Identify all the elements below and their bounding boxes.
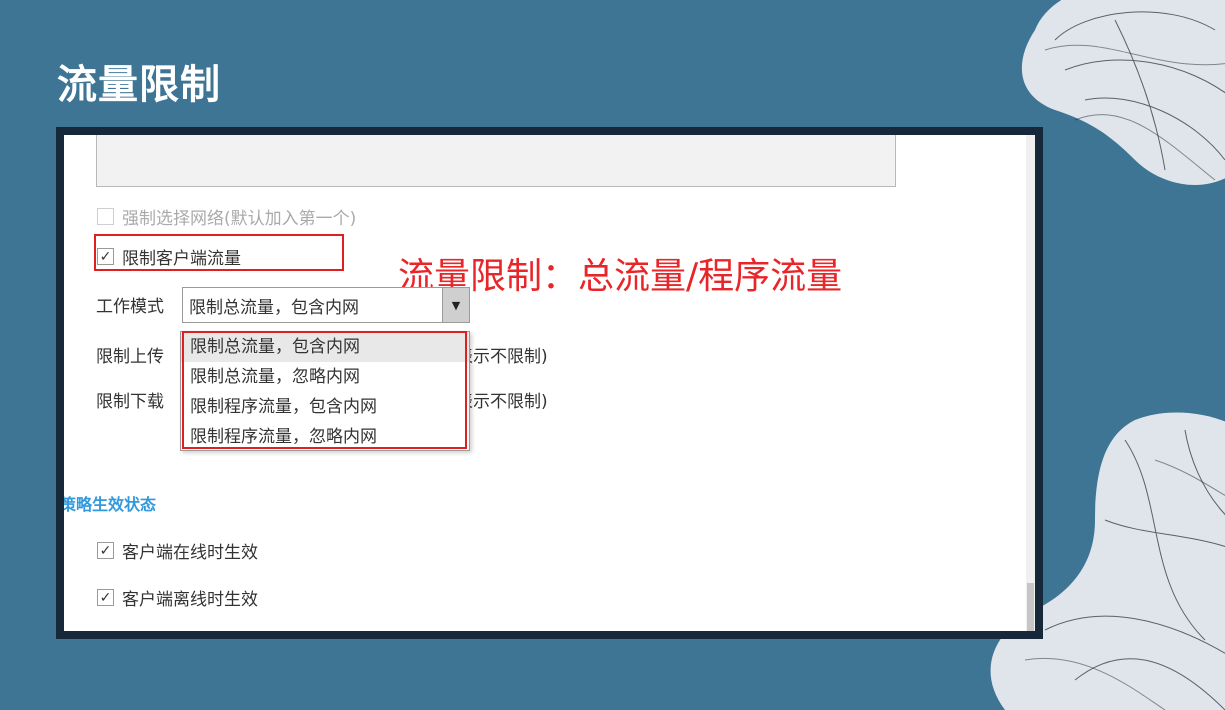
highlight-box-options bbox=[182, 331, 467, 449]
work-mode-select[interactable]: 限制总流量，包含内网 ▼ bbox=[182, 287, 470, 323]
online-effect-row[interactable]: ✓ 客户端在线时生效 bbox=[97, 538, 258, 563]
check-icon: ✓ bbox=[99, 542, 112, 559]
online-effect-checkbox[interactable]: ✓ bbox=[97, 542, 114, 559]
vertical-scrollbar[interactable] bbox=[1026, 135, 1035, 631]
slide-title: 流量限制 bbox=[57, 62, 221, 108]
offline-effect-row[interactable]: ✓ 客户端离线时生效 bbox=[97, 585, 258, 610]
scrollbar-thumb[interactable] bbox=[1027, 583, 1034, 631]
check-icon: ✓ bbox=[99, 589, 112, 606]
offline-effect-label: 客户端离线时生效 bbox=[122, 590, 258, 610]
upload-limit-label: 限制上传 bbox=[96, 347, 164, 367]
policy-status-title: 策略生效状态 bbox=[64, 495, 157, 514]
settings-panel: 强制选择网络(默认加入第一个) ✓ 限制客户端流量 流量限制：总流量/程序流量 … bbox=[64, 135, 1035, 631]
network-list-box[interactable] bbox=[96, 135, 896, 187]
offline-effect-checkbox[interactable]: ✓ bbox=[97, 589, 114, 606]
download-limit-label: 限制下载 bbox=[96, 392, 164, 412]
online-effect-label: 客户端在线时生效 bbox=[122, 543, 258, 563]
chevron-down-icon[interactable]: ▼ bbox=[442, 288, 469, 322]
force-network-label: 强制选择网络(默认加入第一个) bbox=[122, 209, 357, 229]
work-mode-label: 工作模式 bbox=[96, 297, 164, 317]
work-mode-selected-value: 限制总流量，包含内网 bbox=[189, 297, 359, 318]
force-network-checkbox[interactable] bbox=[97, 208, 114, 225]
screenshot-frame: 强制选择网络(默认加入第一个) ✓ 限制客户端流量 流量限制：总流量/程序流量 … bbox=[56, 127, 1043, 639]
force-network-row[interactable]: 强制选择网络(默认加入第一个) bbox=[97, 204, 356, 229]
highlight-box-limit-traffic bbox=[94, 234, 344, 271]
